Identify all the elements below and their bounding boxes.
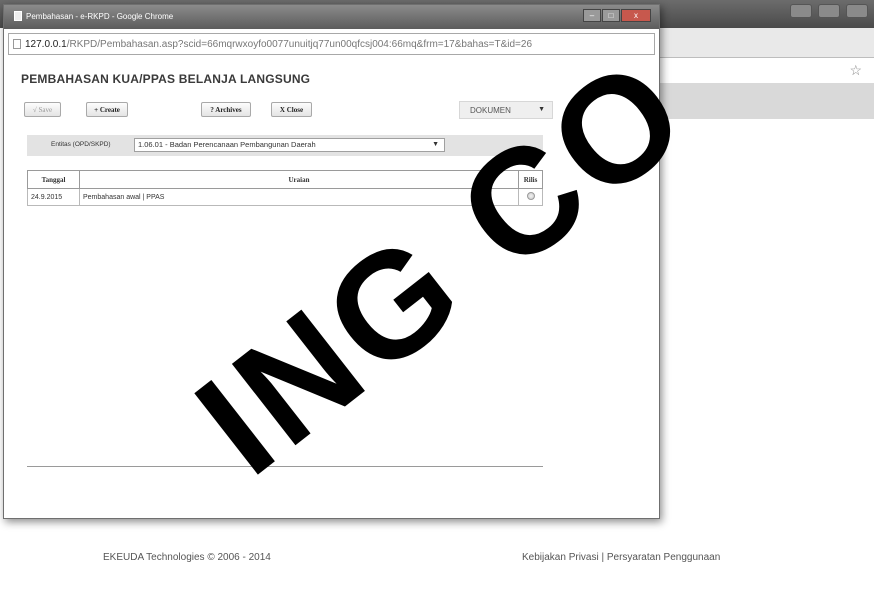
address-path: /RKPD/Pembahasan.asp?scid=66mqrwxoyfo007… [66, 38, 533, 50]
minimize-icon[interactable]: – [583, 9, 601, 22]
maximize-icon[interactable]: □ [602, 9, 620, 22]
dokumen-label: DOKUMEN [470, 105, 511, 115]
page-icon [14, 11, 22, 21]
footer-copyright: EKEUDA Technologies © 2006 - 2014 [103, 552, 271, 563]
window-controls: – □ x [583, 9, 651, 22]
footer-links[interactable]: Kebijakan Privasi | Persyaratan Pengguna… [522, 552, 720, 563]
cell-uraian[interactable]: Pembahasan awal | PPAS [79, 188, 519, 206]
close-button[interactable]: X Close [271, 102, 312, 117]
entitas-selected: 1.06.01 - Badan Perencanaan Pembangunan … [138, 140, 316, 149]
archives-button[interactable]: ? Archives [201, 102, 251, 117]
table-row[interactable]: 24.9.2015 Pembahasan awal | PPAS [27, 188, 543, 206]
page-title: PEMBAHASAN KUA/PPAS BELANJA LANGSUNG [21, 72, 311, 86]
page-content: PEMBAHASAN KUA/PPAS BELANJA LANGSUNG √ S… [14, 63, 651, 508]
pembahasan-table: Tanggal Uraian Rilis 24.9.2015 Pembahasa… [27, 170, 543, 206]
bg-close-icon [846, 4, 868, 18]
column-header-uraian[interactable]: Uraian [79, 170, 519, 189]
chevron-down-icon: ▼ [432, 141, 439, 148]
filter-label: Entitas (OPD/SKPD) [51, 141, 111, 148]
filter-bar: Entitas (OPD/SKPD) 1.06.01 - Badan Peren… [27, 135, 543, 156]
create-button[interactable]: + Create [86, 102, 128, 117]
popup-titlebar[interactable]: Pembahasan - e-RKPD - Google Chrome – □ … [4, 5, 659, 29]
content-divider [27, 466, 543, 467]
column-header-rilis[interactable]: Rilis [518, 170, 543, 189]
background-header-band [655, 83, 874, 119]
bg-minimize-icon [790, 4, 812, 18]
address-host: 127.0.0.1 [25, 38, 67, 50]
column-header-tanggal[interactable]: Tanggal [27, 170, 80, 189]
entitas-select[interactable]: 1.06.01 - Badan Perencanaan Pembangunan … [134, 138, 445, 152]
table-header-row: Tanggal Uraian Rilis [27, 170, 543, 189]
dokumen-dropdown[interactable]: DOKUMEN ▼ [459, 101, 553, 119]
save-button[interactable]: √ Save [24, 102, 61, 117]
rilis-radio[interactable] [526, 192, 535, 200]
window-title: Pembahasan - e-RKPD - Google Chrome [26, 11, 174, 21]
bookmark-star-icon[interactable]: ☆ [849, 62, 862, 79]
bg-maximize-icon [818, 4, 840, 18]
address-bar[interactable]: 127.0.0.1/RKPD/Pembahasan.asp?scid=66mqr… [8, 33, 655, 55]
cell-rilis [518, 188, 543, 206]
close-window-icon[interactable]: x [621, 9, 651, 22]
popup-title: Pembahasan - e-RKPD - Google Chrome [14, 11, 173, 21]
cell-tanggal: 24.9.2015 [27, 188, 80, 206]
popup-window: Pembahasan - e-RKPD - Google Chrome – □ … [3, 4, 660, 519]
background-address-bar: ☆ [655, 28, 874, 78]
chevron-down-icon: ▼ [538, 106, 545, 113]
page-icon [13, 39, 21, 49]
